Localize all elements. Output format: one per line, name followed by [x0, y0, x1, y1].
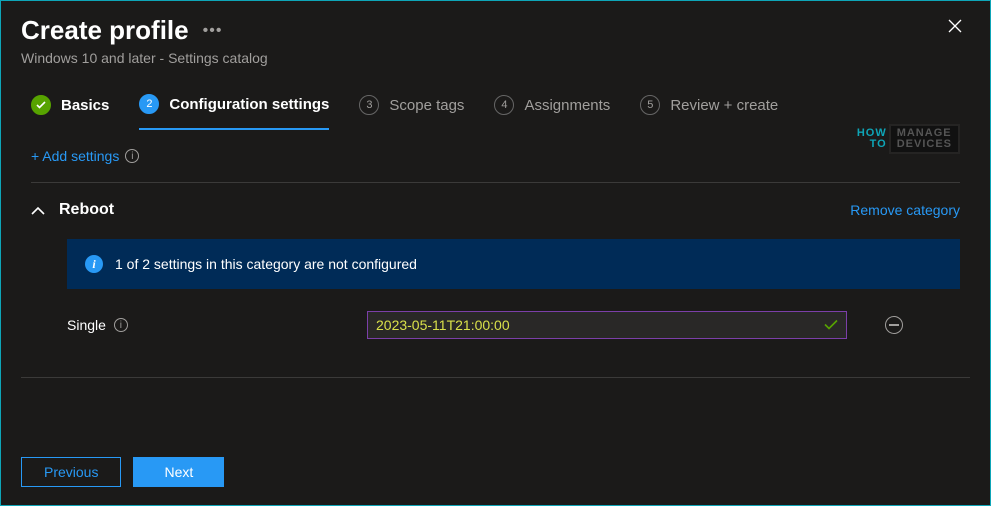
step-basics[interactable]: Basics: [31, 95, 109, 129]
divider: [21, 377, 970, 378]
chevron-up-icon: [31, 206, 45, 215]
remove-category-link[interactable]: Remove category: [850, 202, 960, 218]
page-title: Create profile: [21, 15, 189, 46]
wizard-steps: Basics 2 Configuration settings 3 Scope …: [1, 76, 990, 130]
next-button[interactable]: Next: [133, 457, 224, 487]
step-label: Basics: [61, 97, 109, 114]
step-number-icon: 3: [359, 95, 379, 115]
step-number-icon: 4: [494, 95, 514, 115]
step-number-icon: 2: [139, 94, 159, 114]
info-banner: i 1 of 2 settings in this category are n…: [67, 239, 960, 289]
single-datetime-input[interactable]: [376, 317, 824, 333]
add-settings-button[interactable]: + Add settings i: [31, 148, 960, 164]
check-icon: [31, 95, 51, 115]
watermark-text: TO: [870, 139, 887, 150]
step-configuration-settings[interactable]: 2 Configuration settings: [139, 94, 329, 130]
category-toggle-reboot[interactable]: Reboot: [31, 201, 114, 219]
setting-row-single: Single i: [67, 311, 960, 339]
info-icon: i: [85, 255, 103, 273]
step-assignments[interactable]: 4 Assignments: [494, 95, 610, 129]
step-scope-tags[interactable]: 3 Scope tags: [359, 95, 464, 129]
watermark-text: DEVICES: [897, 139, 952, 150]
step-review-create[interactable]: 5 Review + create: [640, 95, 778, 129]
step-label: Configuration settings: [169, 96, 329, 113]
info-banner-text: 1 of 2 settings in this category are not…: [115, 256, 417, 272]
remove-setting-icon[interactable]: [885, 316, 903, 334]
step-number-icon: 5: [640, 95, 660, 115]
step-label: Assignments: [524, 97, 610, 114]
watermark: HOW TO MANAGE DEVICES: [857, 124, 960, 154]
category-name: Reboot: [59, 201, 114, 219]
step-label: Scope tags: [389, 97, 464, 114]
step-label: Review + create: [670, 97, 778, 114]
setting-input-wrapper: [367, 311, 847, 339]
setting-label: Single: [67, 317, 106, 333]
check-icon: [824, 317, 838, 333]
page-subtitle: Windows 10 and later - Settings catalog: [21, 50, 268, 66]
info-icon[interactable]: i: [125, 149, 139, 163]
add-settings-label: + Add settings: [31, 148, 119, 164]
info-icon[interactable]: i: [114, 318, 128, 332]
more-options-icon[interactable]: •••: [203, 22, 223, 40]
previous-button[interactable]: Previous: [21, 457, 121, 487]
close-icon[interactable]: [940, 15, 970, 42]
